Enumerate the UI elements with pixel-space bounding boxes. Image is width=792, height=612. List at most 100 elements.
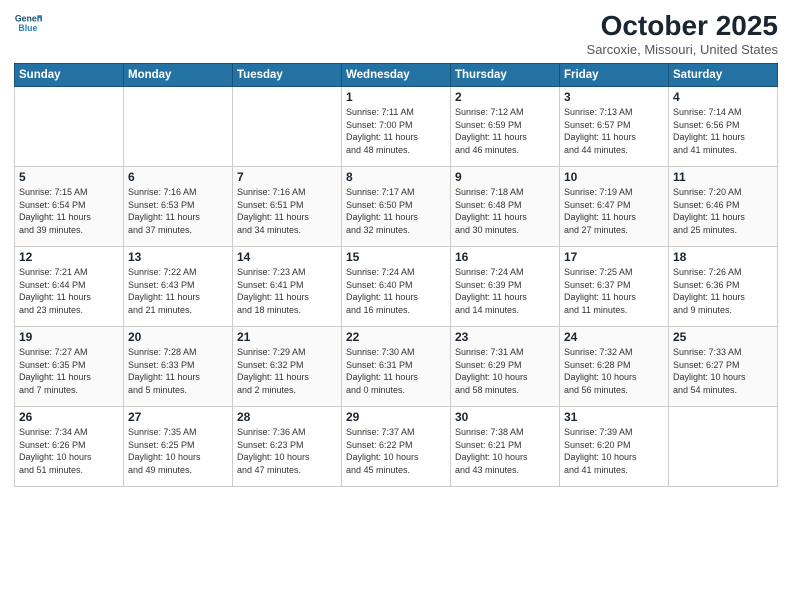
calendar-cell: 26 Sunrise: 7:34 AM Sunset: 6:26 PM Dayli… xyxy=(15,407,124,487)
day-info: Sunrise: 7:19 AM Sunset: 6:47 PM Dayligh… xyxy=(564,186,664,236)
calendar-cell: 5Sunrise: 7:15 AM Sunset: 6:54 PM Daylig… xyxy=(15,167,124,247)
day-info: Sunrise: 7:37 AM Sunset: 6:22 PM Dayligh… xyxy=(346,426,446,476)
day-number: 26 xyxy=(19,410,119,424)
day-number: 11 xyxy=(673,170,773,184)
day-number: 14 xyxy=(237,250,337,264)
day-number: 13 xyxy=(128,250,228,264)
calendar-cell: 17 Sunrise: 7:25 AM Sunset: 6:37 PM Dayli… xyxy=(560,247,669,327)
title-block: October 2025 Sarcoxie, Missouri, United … xyxy=(587,10,778,57)
day-number: 15 xyxy=(346,250,446,264)
day-number: 24 xyxy=(564,330,664,344)
calendar-cell xyxy=(15,87,124,167)
calendar-cell xyxy=(233,87,342,167)
day-number: 9 xyxy=(455,170,555,184)
day-info: Sunrise: 7:20 AM Sunset: 6:46 PM Dayligh… xyxy=(673,186,773,236)
day-number: 28 xyxy=(237,410,337,424)
header-wednesday: Wednesday xyxy=(342,64,451,87)
calendar-cell: 24Sunrise: 7:32 AM Sunset: 6:28 PM Dayli… xyxy=(560,327,669,407)
calendar-cell: 14 Sunrise: 7:23 AM Sunset: 6:41 PM Dayli… xyxy=(233,247,342,327)
calendar-cell: 11 Sunrise: 7:20 AM Sunset: 6:46 PM Dayli… xyxy=(669,167,778,247)
calendar-cell: 19Sunrise: 7:27 AM Sunset: 6:35 PM Dayli… xyxy=(15,327,124,407)
calendar-cell: 6 Sunrise: 7:16 AM Sunset: 6:53 PM Daylig… xyxy=(124,167,233,247)
calendar-cell: 23 Sunrise: 7:31 AM Sunset: 6:29 PM Dayli… xyxy=(451,327,560,407)
header-thursday: Thursday xyxy=(451,64,560,87)
header-saturday: Saturday xyxy=(669,64,778,87)
day-number: 10 xyxy=(564,170,664,184)
calendar-cell: 15Sunrise: 7:24 AM Sunset: 6:40 PM Dayli… xyxy=(342,247,451,327)
day-info: Sunrise: 7:36 AM Sunset: 6:23 PM Dayligh… xyxy=(237,426,337,476)
day-info: Sunrise: 7:29 AM Sunset: 6:32 PM Dayligh… xyxy=(237,346,337,396)
svg-text:Blue: Blue xyxy=(18,23,37,33)
calendar-cell: 2Sunrise: 7:12 AM Sunset: 6:59 PM Daylig… xyxy=(451,87,560,167)
day-info: Sunrise: 7:18 AM Sunset: 6:48 PM Dayligh… xyxy=(455,186,555,236)
calendar-cell xyxy=(124,87,233,167)
day-number: 30 xyxy=(455,410,555,424)
logo-icon: General Blue xyxy=(14,10,42,38)
calendar-cell: 1 Sunrise: 7:11 AM Sunset: 7:00 PM Daylig… xyxy=(342,87,451,167)
day-number: 12 xyxy=(19,250,119,264)
header-friday: Friday xyxy=(560,64,669,87)
calendar-cell: 25 Sunrise: 7:33 AM Sunset: 6:27 PM Dayli… xyxy=(669,327,778,407)
calendar-cell: 10 Sunrise: 7:19 AM Sunset: 6:47 PM Dayli… xyxy=(560,167,669,247)
calendar-table: Sunday Monday Tuesday Wednesday Thursday… xyxy=(14,63,778,487)
calendar-cell: 27Sunrise: 7:35 AM Sunset: 6:25 PM Dayli… xyxy=(124,407,233,487)
calendar-cell: 7 Sunrise: 7:16 AM Sunset: 6:51 PM Daylig… xyxy=(233,167,342,247)
day-number: 25 xyxy=(673,330,773,344)
header: General Blue October 2025 Sarcoxie, Miss… xyxy=(14,10,778,57)
calendar-cell: 28 Sunrise: 7:36 AM Sunset: 6:23 PM Dayli… xyxy=(233,407,342,487)
week-row-1: 1 Sunrise: 7:11 AM Sunset: 7:00 PM Daylig… xyxy=(15,87,778,167)
calendar-cell: 21 Sunrise: 7:29 AM Sunset: 6:32 PM Dayli… xyxy=(233,327,342,407)
day-info: Sunrise: 7:16 AM Sunset: 6:51 PM Dayligh… xyxy=(237,186,337,236)
day-number: 6 xyxy=(128,170,228,184)
day-info: Sunrise: 7:27 AM Sunset: 6:35 PM Dayligh… xyxy=(19,346,119,396)
calendar-cell: 9 Sunrise: 7:18 AM Sunset: 6:48 PM Daylig… xyxy=(451,167,560,247)
logo: General Blue xyxy=(14,10,42,38)
day-number: 7 xyxy=(237,170,337,184)
header-sunday: Sunday xyxy=(15,64,124,87)
day-info: Sunrise: 7:24 AM Sunset: 6:39 PM Dayligh… xyxy=(455,266,555,316)
day-info: Sunrise: 7:35 AM Sunset: 6:25 PM Dayligh… xyxy=(128,426,228,476)
calendar-cell: 29 Sunrise: 7:37 AM Sunset: 6:22 PM Dayli… xyxy=(342,407,451,487)
day-number: 20 xyxy=(128,330,228,344)
day-info: Sunrise: 7:12 AM Sunset: 6:59 PM Dayligh… xyxy=(455,106,555,156)
day-number: 23 xyxy=(455,330,555,344)
day-number: 4 xyxy=(673,90,773,104)
day-info: Sunrise: 7:30 AM Sunset: 6:31 PM Dayligh… xyxy=(346,346,446,396)
calendar-cell: 3Sunrise: 7:13 AM Sunset: 6:57 PM Daylig… xyxy=(560,87,669,167)
day-info: Sunrise: 7:13 AM Sunset: 6:57 PM Dayligh… xyxy=(564,106,664,156)
day-number: 16 xyxy=(455,250,555,264)
month-title: October 2025 xyxy=(587,10,778,42)
day-info: Sunrise: 7:25 AM Sunset: 6:37 PM Dayligh… xyxy=(564,266,664,316)
day-info: Sunrise: 7:33 AM Sunset: 6:27 PM Dayligh… xyxy=(673,346,773,396)
day-number: 29 xyxy=(346,410,446,424)
week-row-5: 26 Sunrise: 7:34 AM Sunset: 6:26 PM Dayli… xyxy=(15,407,778,487)
day-info: Sunrise: 7:31 AM Sunset: 6:29 PM Dayligh… xyxy=(455,346,555,396)
day-info: Sunrise: 7:21 AM Sunset: 6:44 PM Dayligh… xyxy=(19,266,119,316)
svg-text:General: General xyxy=(15,13,42,23)
day-info: Sunrise: 7:34 AM Sunset: 6:26 PM Dayligh… xyxy=(19,426,119,476)
week-row-4: 19Sunrise: 7:27 AM Sunset: 6:35 PM Dayli… xyxy=(15,327,778,407)
calendar-cell: 20Sunrise: 7:28 AM Sunset: 6:33 PM Dayli… xyxy=(124,327,233,407)
day-info: Sunrise: 7:16 AM Sunset: 6:53 PM Dayligh… xyxy=(128,186,228,236)
calendar-cell: 16 Sunrise: 7:24 AM Sunset: 6:39 PM Dayli… xyxy=(451,247,560,327)
calendar-cell: 31Sunrise: 7:39 AM Sunset: 6:20 PM Dayli… xyxy=(560,407,669,487)
calendar-cell xyxy=(669,407,778,487)
day-number: 5 xyxy=(19,170,119,184)
calendar-cell: 18Sunrise: 7:26 AM Sunset: 6:36 PM Dayli… xyxy=(669,247,778,327)
day-info: Sunrise: 7:26 AM Sunset: 6:36 PM Dayligh… xyxy=(673,266,773,316)
day-number: 17 xyxy=(564,250,664,264)
day-number: 21 xyxy=(237,330,337,344)
calendar-cell: 22Sunrise: 7:30 AM Sunset: 6:31 PM Dayli… xyxy=(342,327,451,407)
day-info: Sunrise: 7:22 AM Sunset: 6:43 PM Dayligh… xyxy=(128,266,228,316)
week-row-2: 5Sunrise: 7:15 AM Sunset: 6:54 PM Daylig… xyxy=(15,167,778,247)
day-info: Sunrise: 7:11 AM Sunset: 7:00 PM Dayligh… xyxy=(346,106,446,156)
day-number: 1 xyxy=(346,90,446,104)
day-info: Sunrise: 7:23 AM Sunset: 6:41 PM Dayligh… xyxy=(237,266,337,316)
calendar-cell: 8Sunrise: 7:17 AM Sunset: 6:50 PM Daylig… xyxy=(342,167,451,247)
weekday-header-row: Sunday Monday Tuesday Wednesday Thursday… xyxy=(15,64,778,87)
header-tuesday: Tuesday xyxy=(233,64,342,87)
week-row-3: 12 Sunrise: 7:21 AM Sunset: 6:44 PM Dayli… xyxy=(15,247,778,327)
calendar-cell: 30Sunrise: 7:38 AM Sunset: 6:21 PM Dayli… xyxy=(451,407,560,487)
day-number: 31 xyxy=(564,410,664,424)
day-info: Sunrise: 7:14 AM Sunset: 6:56 PM Dayligh… xyxy=(673,106,773,156)
